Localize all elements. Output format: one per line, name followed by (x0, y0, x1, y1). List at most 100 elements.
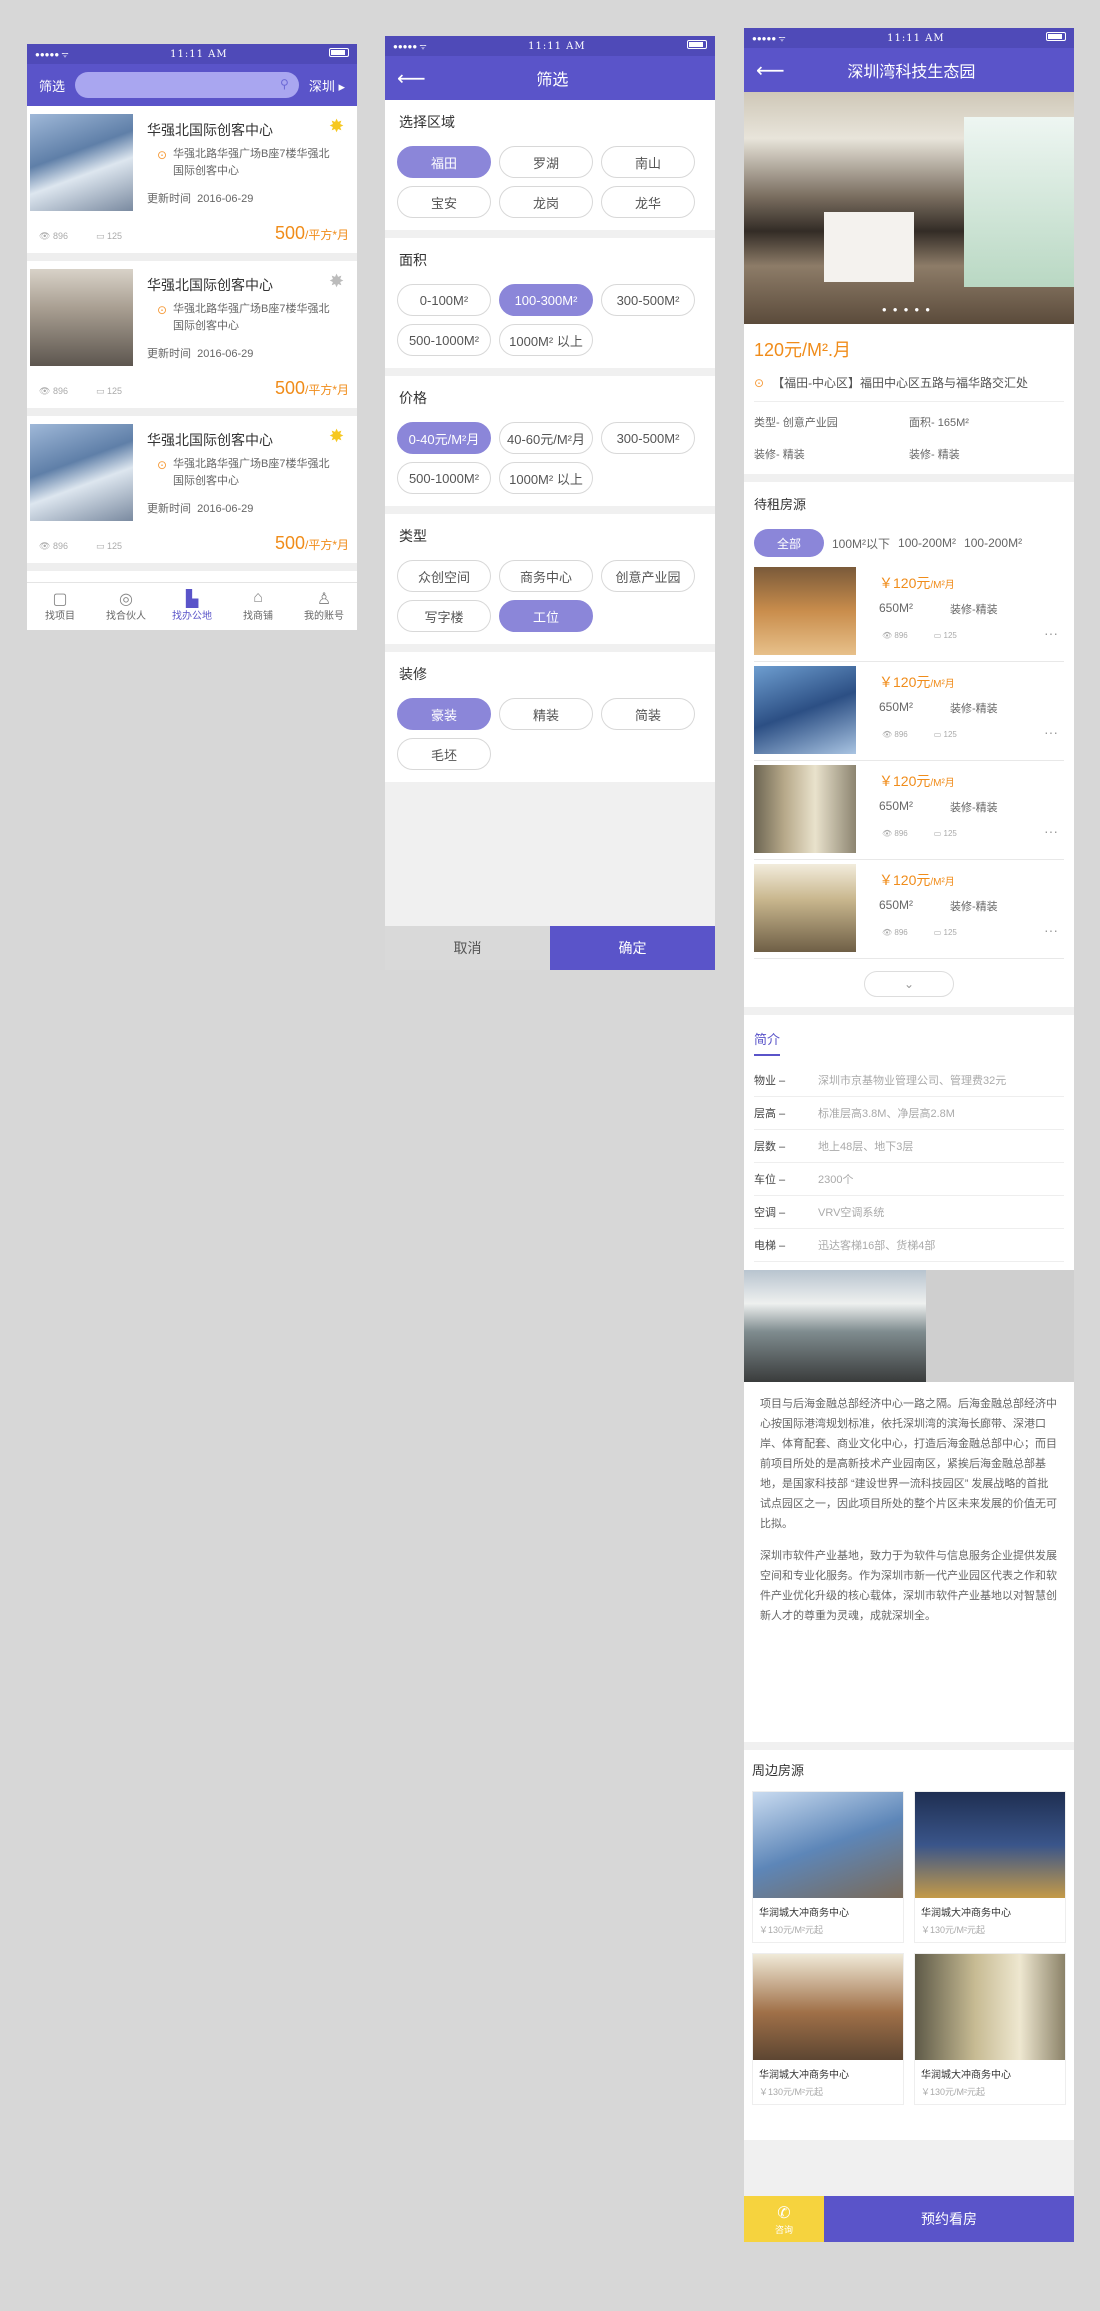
chip-price[interactable]: 300-500M² (601, 422, 695, 454)
filter-option[interactable]: 100M²以下 (832, 535, 890, 552)
list-item[interactable]: 华强北国际创客中心 ✸ ⊙ 华强北路华强广场B座7楼华强北国际创客中心 更新时间 … (27, 106, 357, 261)
back-arrow-icon[interactable]: ⟵ (756, 58, 785, 83)
status-bar: ●●●●● ᯤ 11:11 AM (744, 28, 1074, 48)
more-icon[interactable]: ··· (1044, 823, 1058, 839)
search-input[interactable]: ⚲ (75, 72, 299, 98)
book-viewing-button[interactable]: 预约看房 (824, 2196, 1074, 2242)
back-arrow-icon[interactable]: ⟵ (397, 66, 426, 91)
call-button[interactable]: ✆ 咨询 (744, 2196, 824, 2242)
confirm-button[interactable]: 确定 (550, 926, 715, 970)
chip-price[interactable]: 0-40元/M²月 (397, 422, 491, 454)
chip-price[interactable]: 500-1000M² (397, 462, 491, 494)
favorite-icon[interactable]: ✸ (329, 116, 349, 136)
chip-type[interactable]: 商务中心 (499, 560, 593, 592)
description-paragraph: 项目与后海金融总部经济中心一路之隔。后海金融总部经济中心按国际港湾规划标准，依托… (760, 1398, 1057, 1530)
decoration-chips: 豪装 精装 简装 毛坯 (397, 698, 703, 770)
filter-button[interactable]: 筛选 (39, 76, 65, 95)
chip-region[interactable]: 南山 (601, 146, 695, 178)
hero-image-carousel[interactable]: ●●●●● (744, 92, 1074, 324)
list-item[interactable]: ￥120元/M²月 650M² 装修-精装 👁 896 ▭ 125 ··· (754, 563, 1064, 662)
listing-address: ⊙ 华强北路华强广场B座7楼华强北国际创客中心 (157, 146, 337, 180)
tab-find-shop[interactable]: ⌂ 找商铺 (225, 583, 291, 630)
chip-region[interactable]: 宝安 (397, 186, 491, 218)
chip-area[interactable]: 1000M² 以上 (499, 324, 593, 356)
attr-decoration: 装修- 精装 (754, 449, 805, 461)
chip-decoration[interactable]: 精装 (499, 698, 593, 730)
nearby-card[interactable]: 华润城大冲商务中心 ￥130元/M²元起 (914, 1791, 1066, 1943)
chip-type[interactable]: 工位 (499, 600, 593, 632)
nearby-image (915, 1792, 1065, 1898)
chip-price[interactable]: 40-60元/M²月 (499, 422, 593, 454)
region-chips: 福田 罗湖 南山 宝安 龙岗 龙华 (397, 146, 703, 218)
comments-count: ▭ 125 (933, 631, 957, 640)
search-person-icon: ◎ (119, 591, 133, 608)
tab-find-partner[interactable]: ◎ 找合伙人 (93, 583, 159, 630)
listing-price: 500/平方*月 (275, 223, 349, 244)
list-item[interactable]: ￥120元/M²月 650M² 装修-精装 👁 896 ▭ 125 ··· (754, 761, 1064, 860)
battery-icon (1046, 32, 1066, 44)
chip-area[interactable]: 100-300M² (499, 284, 593, 316)
phone-icon: ✆ (777, 2204, 791, 2222)
photo-gallery[interactable] (744, 1270, 1074, 1382)
list-item[interactable]: ￥120元/M²月 650M² 装修-精装 👁 896 ▭ 125 ··· (754, 662, 1064, 761)
room-decoration: 装修-精装 (950, 901, 998, 913)
chip-region[interactable]: 福田 (397, 146, 491, 178)
listing-image (30, 269, 133, 366)
more-icon[interactable]: ··· (1044, 922, 1058, 938)
attr-area: 面积- 165M² (909, 417, 969, 429)
chip-price[interactable]: 1000M² 以上 (499, 462, 593, 494)
price-value: 500 (274, 533, 305, 553)
filter-option[interactable]: 100-200M² (964, 536, 1022, 550)
chip-region[interactable]: 龙岗 (499, 186, 593, 218)
favorite-icon[interactable]: ✸ (329, 271, 349, 291)
nearby-name: 华润城大冲商务中心 (921, 2070, 1011, 2081)
nearby-card[interactable]: 华润城大冲商务中心 ￥130元/M²元起 (914, 1953, 1066, 2105)
intro-row: 车位 – 2300个 (754, 1163, 1064, 1196)
tab-my-account[interactable]: ♙ 我的账号 (291, 583, 357, 630)
filter-all[interactable]: 全部 (754, 529, 824, 557)
nearby-card[interactable]: 华润城大冲商务中心 ￥130元/M²元起 (752, 1791, 904, 1943)
show-more-button[interactable]: ⌄ (864, 971, 954, 997)
more-icon[interactable]: ··· (1044, 625, 1058, 641)
chip-type[interactable]: 写字楼 (397, 600, 491, 632)
chip-type[interactable]: 创意产业园 (601, 560, 695, 592)
available-rooms-section: 待租房源 全部 100M²以下 100-200M² 100-200M² ￥120… (744, 482, 1074, 1007)
chip-decoration[interactable]: 简装 (601, 698, 695, 730)
listing-stats: 👁 896 ▭ 125 (39, 386, 122, 397)
list-item[interactable]: 华强北国际创客中心 ✸ ⊙ 华强北路华强广场B座7楼华强北国际创客中心 更新时间 … (27, 261, 357, 416)
list-item[interactable]: ￥120元/M²月 650M² 装修-精装 👁 896 ▭ 125 ··· (754, 860, 1064, 959)
location: ⊙ 【福田-中心区】福田中心区五路与福华路交汇处 (754, 374, 1064, 402)
more-icon[interactable]: ··· (1044, 724, 1058, 740)
tab-find-office[interactable]: ▙ 找办公地 (159, 583, 225, 630)
location-pin-icon: ⊙ (157, 303, 168, 317)
listing-title: 华强北国际创客中心 (147, 122, 273, 138)
chip-area[interactable]: 500-1000M² (397, 324, 491, 356)
carousel-dots[interactable]: ●●●●● (744, 305, 1074, 314)
nav-bar: ⟵ 筛选 (385, 56, 715, 100)
signal-icon: ●●●●● ᯤ (393, 41, 427, 51)
chip-decoration[interactable]: 毛坯 (397, 738, 491, 770)
filter-option[interactable]: 100-200M² (898, 536, 956, 550)
chip-area[interactable]: 0-100M² (397, 284, 491, 316)
nearby-card[interactable]: 华润城大冲商务中心 ￥130元/M²元起 (752, 1953, 904, 2105)
chip-area[interactable]: 300-500M² (601, 284, 695, 316)
room-price: ￥120元/M²月 (879, 672, 955, 692)
tab-find-project[interactable]: ▢ 找项目 (27, 583, 93, 630)
date-value: 2016-06-29 (197, 348, 254, 360)
chip-region[interactable]: 龙华 (601, 186, 695, 218)
favorite-icon[interactable]: ✸ (329, 426, 349, 446)
list-item[interactable]: 华强北国际创客中心 ✸ ⊙ 华强北路华强广场B座7楼华强北国际创客中心 更新时间 … (27, 416, 357, 571)
city-selector[interactable]: 深圳 ▸ (309, 76, 345, 95)
room-stats: 👁 896 ▭ 125 (882, 829, 957, 838)
chip-decoration[interactable]: 豪装 (397, 698, 491, 730)
chip-region[interactable]: 罗湖 (499, 146, 593, 178)
intro-key: 层高 – (754, 1108, 786, 1120)
price-value: 500 (274, 378, 305, 398)
top-bar: 筛选 ⚲ 深圳 ▸ (27, 64, 357, 106)
tab-label: 我的账号 (304, 611, 344, 622)
cancel-button[interactable]: 取消 (385, 926, 550, 970)
chip-type[interactable]: 众创空间 (397, 560, 491, 592)
intro-tab[interactable]: 简介 (754, 1029, 781, 1056)
battery-icon (329, 48, 349, 60)
building-icon: ▙ (185, 591, 199, 608)
